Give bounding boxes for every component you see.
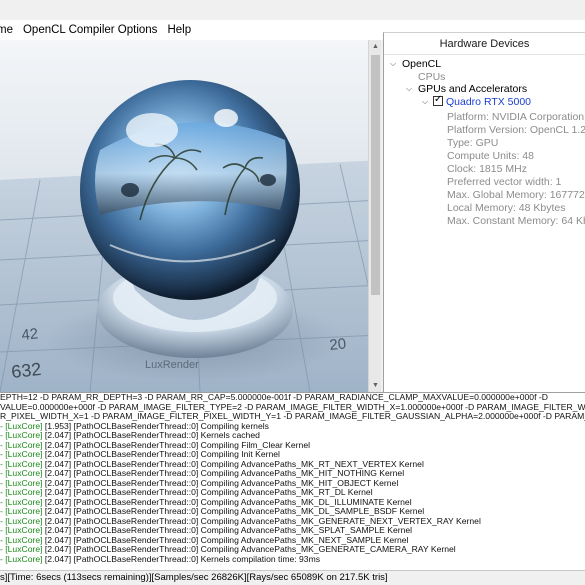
log-source-tag: [LuxCore] (5, 458, 43, 469)
log-source-tag: [LuxCore] (5, 420, 43, 431)
device-clock: Clock: 1815 MHz (447, 163, 527, 175)
check-icon: ✓ (434, 94, 443, 105)
device-global-memory: Max. Global Memory: 16777216 Kbyt (447, 189, 585, 201)
device-name: Quadro RTX 5000 (446, 96, 532, 108)
log-message: [2.047] [PathOCLBaseRenderThread::0] Ker… (42, 553, 321, 564)
log-source-tag: [LuxCore] (5, 525, 43, 535)
log-message: [2.047] [PathOCLBaseRenderThread::0] Com… (42, 544, 456, 554)
log-source-tag: [LuxCore] (5, 496, 43, 507)
log-message: R_PIXEL_WIDTH_X=1 -D PARAM_IMAGE_FILTER_… (0, 411, 585, 421)
scroll-up-icon[interactable]: ▲ (371, 42, 380, 51)
device-platform: Platform: NVIDIA Corporation (447, 111, 585, 123)
status-bar: s][Time: 6secs (113secs remaining)][Samp… (0, 570, 585, 585)
scroll-thumb[interactable] (371, 55, 380, 295)
rendered-image: LuxRender 632 42 20 (0, 40, 381, 392)
luxrender-logo: LuxRender (145, 359, 199, 371)
chevron-down-icon[interactable]: ⌵ (390, 59, 396, 69)
log-message: [1.953] [PathOCLBaseRenderThread::0] Com… (42, 420, 269, 431)
log-source-tag: [LuxCore] (5, 544, 43, 554)
render-scrollbar[interactable]: ▲ ▼ (368, 40, 381, 392)
log-line: - [LuxCore] [2.047] [PathOCLBaseRenderTh… (0, 553, 585, 565)
device-vector-width: Preferred vector width: 1 (447, 176, 562, 188)
device-checkbox[interactable]: ✓ (433, 94, 443, 106)
log-source-tag: [LuxCore] (5, 430, 43, 440)
grid-number: 42 (21, 325, 39, 344)
log-message: [2.047] [PathOCLBaseRenderThread::0] Com… (42, 477, 399, 488)
log-message: [2.047] [PathOCLBaseRenderThread::0] Com… (42, 468, 405, 478)
log-source-tag: [LuxCore] (5, 439, 43, 450)
log-source-tag: [LuxCore] (5, 553, 43, 564)
log-source-tag: [LuxCore] (5, 477, 43, 488)
grid-number: 20 (329, 335, 347, 354)
device-compute-units: Compute Units: 48 (447, 150, 534, 162)
log-message: [2.047] [PathOCLBaseRenderThread::0] Com… (42, 458, 424, 469)
scroll-down-icon[interactable]: ▼ (371, 381, 380, 390)
tree-node-device[interactable]: ✓ Quadro RTX 5000 (433, 94, 532, 109)
log-message: [2.047] [PathOCLBaseRenderThread::0] Com… (42, 487, 373, 497)
log-message: [2.047] [PathOCLBaseRenderThread::0] Com… (42, 515, 481, 526)
log-panel[interactable]: EPTH=12 -D PARAM_RR_DEPTH=3 -D PARAM_RR_… (0, 392, 585, 570)
log-source-tag: [LuxCore] (5, 506, 43, 516)
log-source-tag: [LuxCore] (5, 487, 43, 497)
hardware-devices-header: Hardware Devices (384, 33, 585, 55)
log-message: [2.047] [PathOCLBaseRenderThread::0] Com… (42, 439, 311, 450)
hardware-devices-panel: Hardware Devices ⌵ OpenCL CPUs ⌵ GPUs an… (383, 32, 585, 392)
render-viewport[interactable]: LuxRender 632 42 20 (0, 40, 381, 392)
menu-item-partial[interactable]: me (0, 20, 18, 40)
device-local-memory: Local Memory: 48 Kbytes (447, 202, 566, 214)
grid-number: 632 (10, 359, 42, 382)
log-message: [2.047] [PathOCLBaseRenderThread::0] Com… (42, 496, 412, 507)
log-source-tag: [LuxCore] (5, 534, 43, 545)
menu-item-opencl-compiler-options[interactable]: OpenCL Compiler Options (18, 20, 162, 40)
tree-node-opencl[interactable]: OpenCL (402, 58, 441, 71)
log-message: [2.047] [PathOCLBaseRenderThread::0] Com… (42, 506, 425, 516)
log-message: [2.047] [PathOCLBaseRenderThread::0] Com… (42, 449, 280, 459)
log-message: VALUE=0.000000e+000f -D PARAM_IMAGE_FILT… (0, 401, 585, 412)
log-source-tag: [LuxCore] (5, 468, 43, 478)
chevron-down-icon[interactable]: ⌵ (422, 97, 428, 107)
menu-item-help[interactable]: Help (162, 20, 196, 40)
log-lines: EPTH=12 -D PARAM_RR_DEPTH=3 -D PARAM_RR_… (0, 393, 585, 564)
log-source-tag: [LuxCore] (5, 449, 43, 459)
log-message: [2.047] [PathOCLBaseRenderThread::0] Ker… (42, 430, 260, 440)
device-constant-memory: Max. Constant Memory: 64 Kbytes (447, 215, 585, 227)
log-message: [2.047] [PathOCLBaseRenderThread::0] Com… (42, 525, 413, 535)
log-message: EPTH=12 -D PARAM_RR_DEPTH=3 -D PARAM_RR_… (0, 392, 548, 402)
log-source-tag: [LuxCore] (5, 515, 43, 526)
chevron-down-icon[interactable]: ⌵ (406, 84, 412, 94)
device-platform-version: Platform Version: OpenCL 1.2 CUDA (447, 124, 585, 136)
device-type: Type: GPU (447, 137, 499, 149)
log-message: [2.047] [PathOCLBaseRenderThread::0] Com… (42, 534, 409, 545)
